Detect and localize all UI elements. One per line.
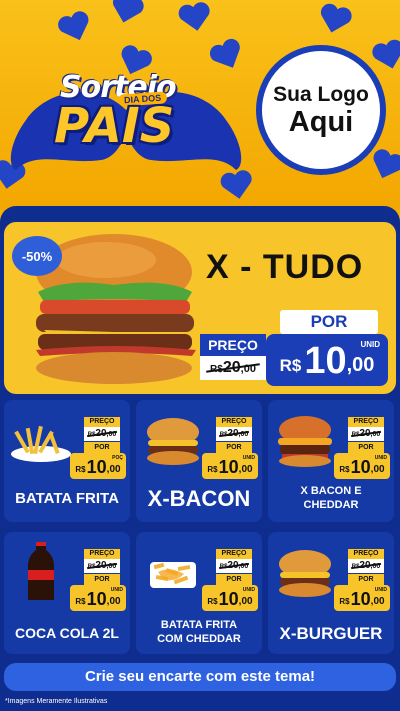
currency: R$ [207,465,218,474]
heart-icon [107,0,148,28]
fries-icon [8,410,74,470]
price: R$ 10,00 UNID [202,453,258,479]
unit-label: UNID [374,455,387,461]
discount-badge: -50% [12,236,62,276]
old-price: R$20,00 [216,559,252,573]
logo-line1: Sua Logo [273,83,369,106]
preco-label: PREÇO [84,549,120,559]
footnote: *Imagens Meramente Ilustrativas [5,698,108,705]
heart-icon [176,0,215,35]
hero-old-price: R$20,00 [200,356,266,380]
price-dec: ,00 [370,596,385,607]
old-price: R$20,00 [84,427,120,441]
price: R$ 10,00 UNID [70,585,126,611]
unit-label: UNID [360,340,380,349]
unit-label: UNID [242,587,255,593]
product-name: X-BURGUER [279,624,383,643]
product-card: PREÇOR$20,00POR R$10,00 UNID X BACON E CHED… [268,400,394,522]
preco-label: PREÇO [348,549,384,559]
hero-title: X - TUDO [206,248,364,286]
logo-placeholder: Sua Logo Aqui [256,45,386,175]
unit-label: POÇ [112,455,123,461]
burger-icon [140,410,206,470]
por-label: POR [216,442,252,453]
hero-por-label: POR [280,310,378,334]
currency: R$ [339,465,350,474]
burger-cheddar-icon [272,410,338,470]
preco-label: PREÇO [348,417,384,427]
old-price: R$20,00 [84,559,120,573]
soda-bottle-icon [8,542,74,602]
price-dec: ,00 [238,596,253,607]
product-card: PREÇOR$20,00POR R$10,00 UNID BATATA FRITA C… [136,532,262,654]
header-banner: Sorteio DIA DOS PAIS Sua Logo Aqui [0,0,400,210]
product-name: X BACON E CHEDDAR [300,485,362,511]
currency: R$ [75,597,86,606]
currency: R$ [207,597,218,606]
old-price: R$20,00 [348,559,384,573]
price-int: 10 [86,457,107,477]
price-int: 10 [86,589,107,609]
fries-cheddar-icon [140,542,206,602]
product-card: PREÇOR$20,00POR R$10,00 UNID X-BACON [136,400,262,522]
burger-icon [272,542,338,602]
price: R$ 10,00 UNID [202,585,258,611]
price-int: 10 [218,457,239,477]
por-label: POR [84,574,120,585]
create-flyer-button[interactable]: Crie seu encarte com este tema! [4,663,396,691]
product-card: PREÇOR$20,00POR R$10,00 UNID COCA COLA 2L [4,532,130,654]
currency: R$ [339,597,350,606]
por-label: POR [216,574,252,585]
unit-label: UNID [110,587,123,593]
por-label: POR [348,442,384,453]
heart-icon [369,36,400,74]
preco-label: PREÇO [216,417,252,427]
currency: R$ [75,465,86,474]
price-int: 10 [350,457,371,477]
unit-label: UNID [242,455,255,461]
price: R$ 10,00 UNID [334,585,390,611]
price-dec: ,00 [370,464,385,475]
hero-price: R$ 10,00 UNID [266,334,388,386]
product-card: PREÇOR$20,00POR R$10,00 UNID X-BURGUER [268,532,394,654]
por-label: POR [348,574,384,585]
price-int: 10 [218,589,239,609]
price-int: 10 [304,340,347,382]
price: R$ 10,00 UNID [334,453,390,479]
pais-title: PAIS [54,98,175,154]
product-name: BATATA FRITA [15,490,119,507]
old-price: R$20,00 [348,427,384,441]
price-dec: ,00 [106,464,121,475]
price-dec: ,00 [106,596,121,607]
price-dec: ,00 [238,464,253,475]
preco-label: PREÇO [216,549,252,559]
price: R$ 10,00 POÇ [70,453,126,479]
old-price: R$20,00 [216,427,252,441]
product-name: BATATA FRITA COM CHEDDAR [157,619,241,645]
hero-preco-label: PREÇO [200,334,266,356]
product-name: COCA COLA 2L [15,625,119,641]
por-label: POR [84,442,120,453]
preco-label: PREÇO [84,417,120,427]
unit-label: UNID [374,587,387,593]
price-int: 10 [350,589,371,609]
logo-line2: Aqui [288,106,354,138]
heart-icon [54,7,96,47]
heart-icon [315,0,356,38]
product-card: PREÇOR$20,00POR R$10,00 POÇ BATATA FRITA [4,400,130,522]
currency: R$ [279,356,302,375]
product-name: X-BACON [147,486,251,511]
price-dec: ,00 [346,354,375,376]
